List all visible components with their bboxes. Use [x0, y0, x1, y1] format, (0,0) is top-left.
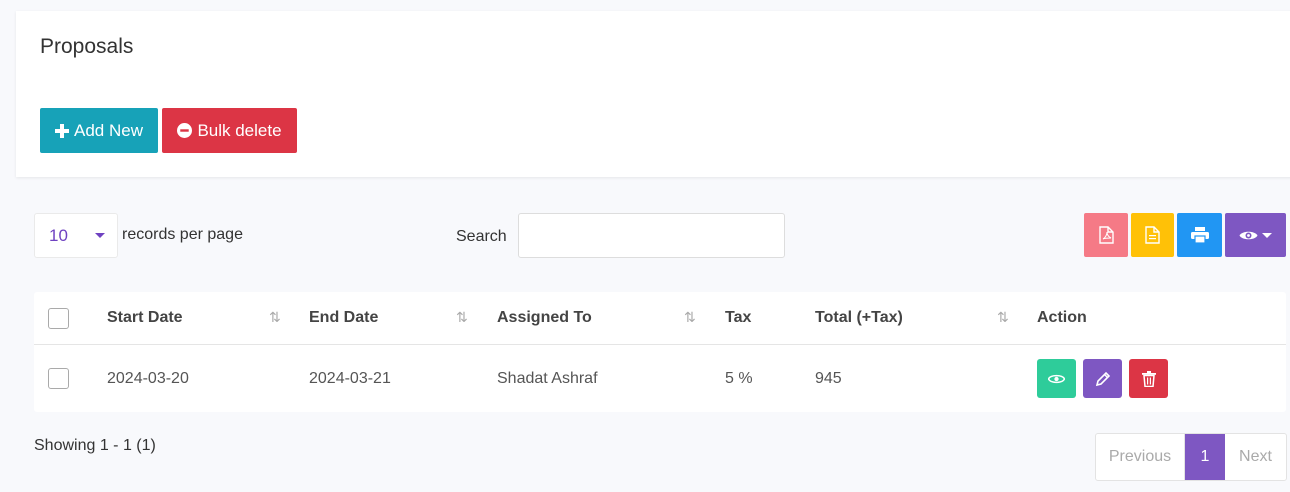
sort-icon[interactable]: ⇅: [997, 309, 1009, 326]
select-all-checkbox[interactable]: [48, 307, 69, 329]
search-input[interactable]: [518, 213, 785, 258]
proposals-table: Start Date ⇅ End Date ⇅ Assigned To ⇅ Ta…: [34, 292, 1286, 412]
plus-icon: [55, 123, 69, 138]
showing-count: Showing 1 - 1 (1): [34, 437, 156, 454]
col-end-date[interactable]: End Date: [309, 292, 378, 344]
select-all-cell: [48, 292, 69, 344]
sort-icon[interactable]: ⇅: [269, 309, 281, 326]
trash-icon: [1141, 370, 1156, 387]
next-page-button[interactable]: Next: [1225, 434, 1286, 480]
cell-start-date: 2024-03-20: [107, 369, 189, 387]
previous-page-button[interactable]: Previous: [1096, 434, 1185, 480]
bulk-delete-button[interactable]: Bulk delete: [162, 108, 297, 153]
document-icon: [1145, 226, 1160, 244]
col-start-date[interactable]: Start Date: [107, 292, 183, 344]
cell-assigned-to: Shadat Ashraf: [497, 369, 598, 387]
page-1-button[interactable]: 1: [1185, 434, 1225, 480]
per-page-select[interactable]: 10: [34, 213, 118, 258]
export-pdf-button[interactable]: [1084, 213, 1128, 257]
pagination: Previous 1 Next: [1095, 433, 1287, 481]
col-action: Action: [1037, 309, 1087, 326]
view-button[interactable]: [1037, 359, 1076, 398]
printer-icon: [1190, 227, 1209, 243]
per-page-label: records per page: [122, 226, 243, 243]
col-assigned-to[interactable]: Assigned To: [497, 292, 592, 344]
per-page-value: 10: [49, 225, 68, 245]
cell-total: 945: [815, 369, 842, 387]
pdf-file-icon: [1098, 226, 1114, 244]
row-checkbox[interactable]: [48, 368, 69, 389]
row-actions: [1037, 345, 1175, 412]
print-button[interactable]: [1177, 213, 1222, 257]
eye-icon: [1048, 374, 1065, 383]
sort-icon[interactable]: ⇅: [684, 309, 696, 326]
page-title: Proposals: [40, 35, 134, 58]
table-header-row: Start Date ⇅ End Date ⇅ Assigned To ⇅ Ta…: [34, 292, 1286, 345]
col-total[interactable]: Total (+Tax): [815, 292, 903, 344]
row-select-cell: [48, 345, 69, 412]
export-csv-button[interactable]: [1131, 213, 1174, 257]
eye-icon: [1239, 231, 1258, 239]
col-tax[interactable]: Tax: [725, 292, 751, 344]
caret-down-icon: [1262, 232, 1272, 238]
edit-button[interactable]: [1083, 359, 1122, 398]
add-new-button[interactable]: Add New: [40, 108, 158, 153]
pencil-icon: [1095, 371, 1110, 386]
delete-button[interactable]: [1129, 359, 1168, 398]
add-new-label: Add New: [74, 120, 143, 140]
cell-end-date: 2024-03-21: [309, 369, 391, 387]
chevron-down-icon: [95, 233, 105, 238]
minus-circle-icon: [177, 123, 193, 138]
column-visibility-button[interactable]: [1225, 213, 1286, 257]
cell-tax: 5 %: [725, 369, 753, 387]
sort-icon[interactable]: ⇅: [456, 309, 468, 326]
table-row: 2024-03-20 2024-03-21 Shadat Ashraf 5 % …: [34, 345, 1286, 412]
bulk-delete-label: Bulk delete: [197, 120, 282, 140]
proposals-card: Proposals Add New Bulk delete: [16, 11, 1290, 177]
search-label: Search: [456, 228, 507, 245]
